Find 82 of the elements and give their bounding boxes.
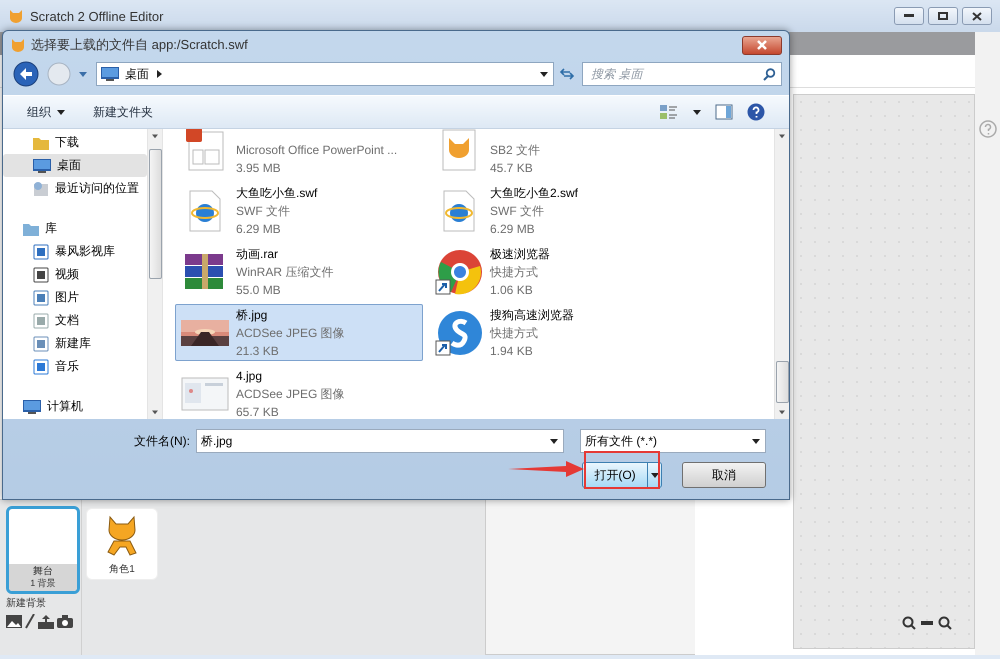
zoom-icon[interactable]: [902, 616, 916, 630]
browser-shortcut-icon: [435, 248, 483, 296]
close-icon: [756, 40, 768, 50]
view-options-icon[interactable]: [659, 104, 679, 120]
filename-label: 文件名(N):: [134, 432, 190, 450]
organize-menu[interactable]: 组织: [27, 102, 65, 122]
close-button[interactable]: [962, 7, 992, 25]
sidebar-item[interactable]: 音乐: [3, 355, 147, 378]
sidebar-item[interactable]: 图片: [3, 286, 147, 309]
caret-icon: [79, 70, 87, 78]
sidebar-item[interactable]: 桌面: [3, 154, 147, 177]
sidebar-item[interactable]: 最近访问的位置: [3, 177, 147, 200]
caret-icon: [540, 70, 548, 78]
breadcrumb[interactable]: 桌面: [125, 66, 149, 82]
scrollbar-thumb[interactable]: [776, 361, 788, 403]
new-folder-button[interactable]: 新建文件夹: [93, 102, 153, 122]
open-button[interactable]: 打开(O): [582, 462, 662, 488]
close-button[interactable]: [742, 36, 782, 54]
sidebar-group[interactable]: 库: [3, 217, 147, 240]
maximize-button[interactable]: [928, 7, 958, 25]
file-item[interactable]: 搜狗高速浏览器 快捷方式 1.94 KB: [429, 304, 677, 361]
sidebar-group[interactable]: 计算机: [3, 395, 147, 418]
scrollbar[interactable]: [147, 129, 162, 419]
close-icon: [972, 12, 982, 20]
file-item[interactable]: SB2 文件 45.7 KB: [429, 129, 677, 178]
upload-icon[interactable]: [38, 614, 54, 628]
backdrop-count: 1 背景: [29, 578, 57, 589]
address-bar[interactable]: 桌面: [96, 62, 554, 86]
minimize-icon: [904, 14, 914, 18]
caret-icon: [152, 133, 158, 139]
stage-tile[interactable]: 舞台 1 背景: [6, 506, 80, 594]
sidebar-item[interactable]: 文档: [3, 309, 147, 332]
new-backdrop-label: 新建背景: [6, 598, 47, 610]
monitor-icon: [23, 400, 41, 414]
caret-icon: [57, 108, 65, 116]
preview-pane-icon[interactable]: [715, 104, 733, 120]
file-item[interactable]: 4.jpg ACDSee JPEG 图像 65.7 KB: [175, 365, 423, 419]
file-item[interactable]: 动画.rar WinRAR 压缩文件 55.0 MB: [175, 243, 423, 300]
cat-icon: [10, 37, 26, 53]
window-title: Scratch 2 Offline Editor: [30, 8, 164, 24]
sprite-name: 角色1: [109, 564, 135, 576]
image-icon[interactable]: [6, 615, 22, 628]
sidebar-item[interactable]: 视频: [3, 263, 147, 286]
help-icon[interactable]: [747, 103, 765, 121]
scrollbar-thumb[interactable]: [148, 149, 162, 279]
file-type-select[interactable]: 所有文件 (*.*): [580, 429, 766, 453]
browser-shortcut-icon: [435, 308, 483, 356]
caret-icon: [693, 108, 701, 116]
file-item[interactable]: Microsoft Office PowerPoint ... 3.95 MB: [175, 129, 423, 178]
file-item[interactable]: 大鱼吃小鱼.swf SWF 文件 6.29 MB: [175, 182, 423, 239]
scrollbar[interactable]: [774, 129, 789, 419]
monitor-icon: [33, 158, 51, 172]
caret-icon: [779, 409, 785, 415]
search-icon: [763, 68, 776, 80]
search-field[interactable]: 搜索 桌面: [582, 62, 782, 86]
refresh-icon: [559, 67, 575, 81]
folder-icon: [23, 222, 39, 236]
filename-field[interactable]: 桥.jpg: [196, 429, 564, 453]
sidebar-item[interactable]: 下载: [3, 131, 147, 154]
caret-icon: [550, 437, 558, 445]
camera-icon[interactable]: [57, 615, 73, 628]
minimize-button[interactable]: [894, 7, 924, 25]
sprite-tile[interactable]: 角色1: [86, 508, 158, 580]
cancel-button[interactable]: 取消: [682, 462, 766, 488]
screenshot-thumbnail-icon: [181, 376, 229, 410]
caret-icon: [155, 70, 163, 78]
caret-icon: [152, 409, 158, 415]
monitor-icon: [101, 67, 119, 81]
caret-icon: [779, 133, 785, 139]
sidebar-item[interactable]: 新建库: [3, 332, 147, 355]
caret-icon: [752, 437, 760, 445]
dialog-title: 选择要上载的文件自 app:/Scratch.swf: [31, 36, 248, 54]
zoom-icon[interactable]: [938, 616, 952, 630]
file-item[interactable]: 极速浏览器 快捷方式 1.06 KB: [429, 243, 677, 300]
stage-label: 舞台: [32, 566, 54, 578]
sidebar-item[interactable]: 暴风影视库: [3, 240, 147, 263]
file-item[interactable]: 大鱼吃小鱼2.swf SWF 文件 6.29 MB: [429, 182, 677, 239]
maximize-icon: [938, 12, 948, 20]
cat-icon: [8, 8, 24, 24]
caret-icon: [650, 471, 658, 479]
folder-icon: [33, 136, 49, 150]
file-item[interactable]: 桥.jpg ACDSee JPEG 图像 21.3 KB: [175, 304, 423, 361]
